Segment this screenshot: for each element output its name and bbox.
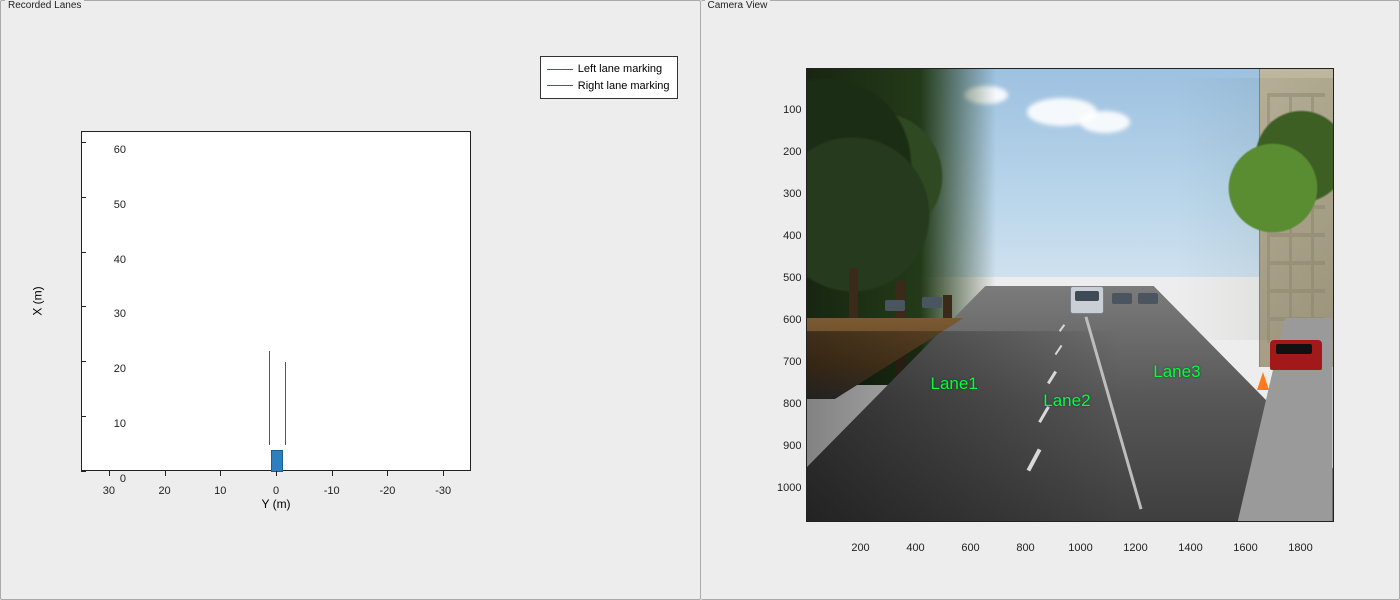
recorded-lanes-panel: Recorded Lanes Left lane marking Right l… [0, 0, 701, 600]
cam-y-tick-label: 800 [766, 398, 802, 410]
cam-y-tick-label: 200 [766, 146, 802, 158]
y-tick-label: 50 [96, 199, 126, 215]
y-tick-label: 60 [96, 144, 126, 160]
y-tick-label: 10 [96, 418, 126, 434]
traffic-cone-icon [1257, 372, 1269, 390]
cam-x-tick-label: 1200 [1123, 542, 1147, 554]
x-axis-label: Y (m) [261, 497, 290, 511]
distant-vehicle [1138, 293, 1158, 304]
cam-y-tick-label: 500 [766, 272, 802, 284]
y-tick-label: 30 [96, 308, 126, 324]
trees-right [1175, 78, 1333, 340]
lane-marking-line [285, 362, 286, 444]
x-tick-label: 10 [214, 485, 226, 497]
parked-vehicle [885, 300, 905, 311]
x-tick-label: 0 [273, 485, 279, 497]
camera-axes: Lane1 Lane2 Lane3 100 200 300 400 500 600 700 800… [731, 56, 1347, 556]
cam-y-tick-label: 600 [766, 314, 802, 326]
cam-x-tick-label: 400 [906, 542, 924, 554]
cam-x-tick-label: 600 [961, 542, 979, 554]
parked-red-car [1270, 340, 1322, 370]
cam-y-tick-label: 400 [766, 230, 802, 242]
lane-marking-line [269, 351, 270, 444]
legend-label-left: Left lane marking [578, 61, 662, 78]
plot-area[interactable] [81, 131, 471, 471]
y-tick-label: 40 [96, 254, 126, 270]
ego-vehicle-icon [271, 450, 282, 472]
legend-swatch-icon [547, 85, 573, 86]
legend-item-left: Left lane marking [547, 61, 670, 78]
cam-y-tick-label: 700 [766, 356, 802, 368]
cam-x-tick-label: 1000 [1068, 542, 1092, 554]
x-tick-label: -10 [324, 485, 340, 497]
legend-item-right: Right lane marking [547, 78, 670, 95]
lane-overlay-label: Lane1 [931, 374, 978, 394]
tree-shadow [807, 331, 1123, 521]
legend-label-right: Right lane marking [578, 78, 670, 95]
cam-y-tick-label: 1000 [766, 482, 802, 494]
cam-y-tick-label: 100 [766, 104, 802, 116]
x-tick-label: 20 [158, 485, 170, 497]
lane-overlay-label: Lane2 [1043, 391, 1090, 411]
cam-x-tick-label: 1600 [1233, 542, 1257, 554]
camera-view-title: Camera View [705, 0, 771, 11]
lanes-chart: X (m) Y (m) 01020304050603020100-10-20-3… [41, 121, 481, 481]
y-tick-label: 20 [96, 363, 126, 379]
cam-x-tick-label: 800 [1016, 542, 1034, 554]
cam-y-tick-label: 900 [766, 440, 802, 452]
cam-x-tick-label: 1400 [1178, 542, 1202, 554]
cam-x-tick-label: 1800 [1288, 542, 1312, 554]
legend-swatch-icon [547, 69, 573, 70]
camera-view-panel: Camera View [701, 0, 1400, 600]
lane-overlay-label: Lane3 [1153, 362, 1200, 382]
camera-image[interactable]: Lane1 Lane2 Lane3 [806, 68, 1334, 522]
x-tick-label: -30 [435, 485, 451, 497]
parked-vehicle [922, 297, 942, 308]
cam-x-tick-label: 200 [851, 542, 869, 554]
recorded-lanes-title: Recorded Lanes [5, 0, 84, 11]
chart-legend: Left lane marking Right lane marking [540, 56, 678, 99]
vehicle-ahead [1070, 286, 1104, 314]
x-tick-label: -20 [379, 485, 395, 497]
y-axis-label: X (m) [31, 286, 45, 315]
cam-y-tick-label: 300 [766, 188, 802, 200]
x-tick-label: 30 [103, 485, 115, 497]
distant-vehicle [1112, 293, 1132, 304]
